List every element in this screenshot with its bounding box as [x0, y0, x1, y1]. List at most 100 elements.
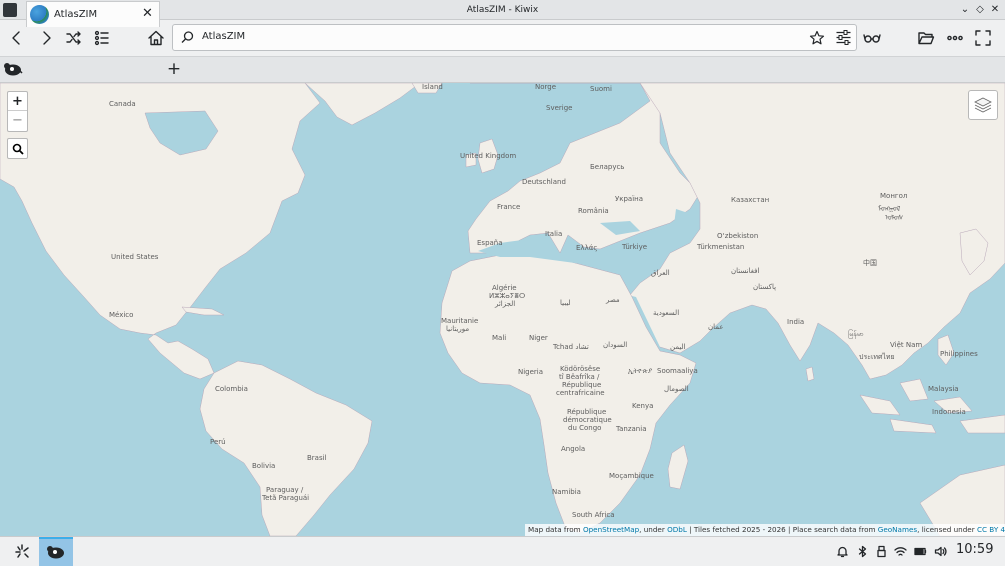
right-toolbar	[860, 20, 1005, 56]
tab-bar	[0, 56, 1005, 83]
map-label-sverige: Sverige	[546, 104, 573, 112]
map-label-ellas: Ελλάς	[576, 244, 598, 252]
map-label-somalia-ar: الصومال	[664, 385, 689, 393]
tab-atlaszim[interactable]: AtlasZIM ✕	[26, 1, 160, 27]
map-label-angola: Angola	[561, 445, 586, 453]
url-text: AtlasZIM	[202, 31, 246, 42]
map-label-romania: România	[578, 207, 609, 215]
tab-title: AtlasZIM	[54, 9, 98, 20]
app-launcher-icon[interactable]	[13, 543, 31, 561]
map-label-pakistan: پاکستان	[753, 283, 777, 291]
bluetooth-icon[interactable]	[854, 543, 870, 559]
map-label-island: Ísland	[422, 83, 443, 91]
taskbar: 10:59	[0, 536, 1005, 566]
map-label-prathet-thai: ประเทศไทย	[859, 353, 895, 361]
map-label-deutschland: Deutschland	[522, 178, 566, 186]
shuffle-icon[interactable]	[62, 26, 86, 50]
window-title: AtlasZIM - Kiwix	[466, 4, 539, 15]
folder-icon[interactable]	[914, 26, 938, 50]
map-label-yemen: اليمن	[670, 343, 686, 351]
map-label-centrafricaine: centrafricaine	[556, 389, 605, 397]
map-label-united-kingdom: United Kingdom	[460, 152, 517, 160]
glasses-icon[interactable]	[860, 26, 884, 50]
map-label-mauritanie: Mauritanie	[441, 317, 479, 325]
forward-icon[interactable]	[34, 26, 58, 50]
notification-icon[interactable]	[834, 543, 850, 559]
map-label-kodorosese: Ködörösêse	[560, 365, 601, 373]
openstreetmap-link[interactable]: OpenStreetMap	[583, 525, 639, 534]
map-label-namibia: Namibia	[552, 488, 581, 496]
map-label-mali: Mali	[492, 334, 507, 342]
more-icon[interactable]	[943, 26, 967, 50]
map-label-iraq: العراق	[651, 269, 670, 277]
map-label-suomi: Suomi	[590, 85, 612, 93]
map-label-algerie: Algérie	[492, 284, 517, 292]
url-bar[interactable]: AtlasZIM	[172, 24, 857, 51]
map-label-soomaaliya: Soomaaliya	[657, 367, 698, 375]
map-label-paraguay: Paraguay /	[266, 486, 304, 494]
map-label-malaysia: Malaysia	[928, 385, 959, 393]
map-label-mongol: Монгол	[880, 192, 908, 200]
attribution-text: , under	[639, 525, 668, 534]
back-icon[interactable]	[5, 26, 29, 50]
close-window-icon[interactable]: ✕	[988, 2, 1002, 17]
map-label-ti-beafrika: tî Bêafrîka /	[559, 373, 600, 381]
search-icon	[181, 31, 194, 43]
list-icon[interactable]	[90, 26, 114, 50]
odbl-link[interactable]: ODbL	[667, 525, 687, 534]
globe-icon	[30, 5, 49, 24]
attribution-text: , licensed under	[917, 525, 977, 534]
zoom-out-button[interactable]: −	[8, 111, 27, 130]
map-label-indonesia: Indonesia	[932, 408, 966, 416]
map-label-afghanistan: افغانستان	[731, 267, 760, 275]
map-label-mauritanie-ar: موريتانيا	[446, 325, 470, 333]
map-label-south-africa: South Africa	[572, 511, 615, 519]
maximize-icon[interactable]: ◇	[973, 2, 987, 17]
fullscreen-icon[interactable]	[971, 26, 995, 50]
layers-icon	[974, 97, 992, 113]
battery-icon[interactable]	[912, 543, 928, 559]
map-label-colombia: Colombia	[215, 385, 248, 393]
close-tab-icon[interactable]: ✕	[140, 6, 155, 21]
minimize-icon[interactable]: ⌄	[958, 2, 972, 17]
map-label-republique: République	[562, 381, 602, 389]
taskbar-kiwix-app[interactable]	[39, 537, 73, 566]
map-label-misr: مصر	[606, 296, 620, 304]
map-label-democratique: démocratique	[563, 416, 612, 424]
attribution-text: | Tiles fetched 2025 - 2026 | Place sear…	[686, 525, 878, 534]
map-label-india: India	[787, 318, 805, 326]
zoom-in-button[interactable]: +	[8, 92, 27, 111]
map-label-brasil: Brasil	[307, 454, 327, 462]
usb-icon[interactable]	[873, 543, 889, 559]
map-label-myanmar: မြန်မာ	[848, 330, 864, 338]
clock[interactable]: 10:59	[956, 542, 993, 557]
map-label-tchad: Tchad تشاد	[553, 343, 589, 351]
volume-icon[interactable]	[932, 543, 948, 559]
home-icon[interactable]	[144, 26, 168, 50]
layers-button[interactable]	[968, 90, 998, 120]
kiwix-logo-icon	[47, 546, 64, 559]
attribution-text: Map data from	[528, 525, 583, 534]
map-label-mongol-script2: ᠤᠯᠤᠰ	[885, 214, 904, 222]
map-label-du-congo: du Congo	[568, 424, 602, 432]
sliders-icon[interactable]	[835, 29, 852, 46]
cc-by-link[interactable]: CC BY 4.0	[977, 525, 1005, 534]
wifi-icon[interactable]	[892, 543, 908, 559]
map-label-niger: Niger	[529, 334, 548, 342]
geonames-link[interactable]: GeoNames	[878, 525, 917, 534]
map-label-libya: ليبيا	[560, 299, 571, 307]
map-search-button[interactable]	[7, 138, 28, 159]
new-tab-button[interactable]: +	[162, 57, 186, 82]
map-label-norge: Norge	[535, 83, 557, 91]
map-view[interactable]: Ísland Norge Suomi Sverige Canada United King…	[0, 83, 1005, 536]
kiwix-logo-icon[interactable]	[3, 61, 23, 77]
map-label-philippines: Philippines	[940, 350, 978, 358]
map-label-republique-2: République	[567, 408, 607, 416]
map-label-tetagua: Tetã Paraguái	[262, 494, 310, 502]
map-label-algerie-ar: الجزائر	[495, 300, 516, 308]
map-label-peru: Perú	[210, 438, 226, 446]
map-label-france: France	[497, 203, 521, 211]
zoom-control: + −	[7, 91, 28, 132]
star-icon[interactable]	[809, 30, 825, 46]
map-label-sudan: السودان	[603, 341, 628, 349]
